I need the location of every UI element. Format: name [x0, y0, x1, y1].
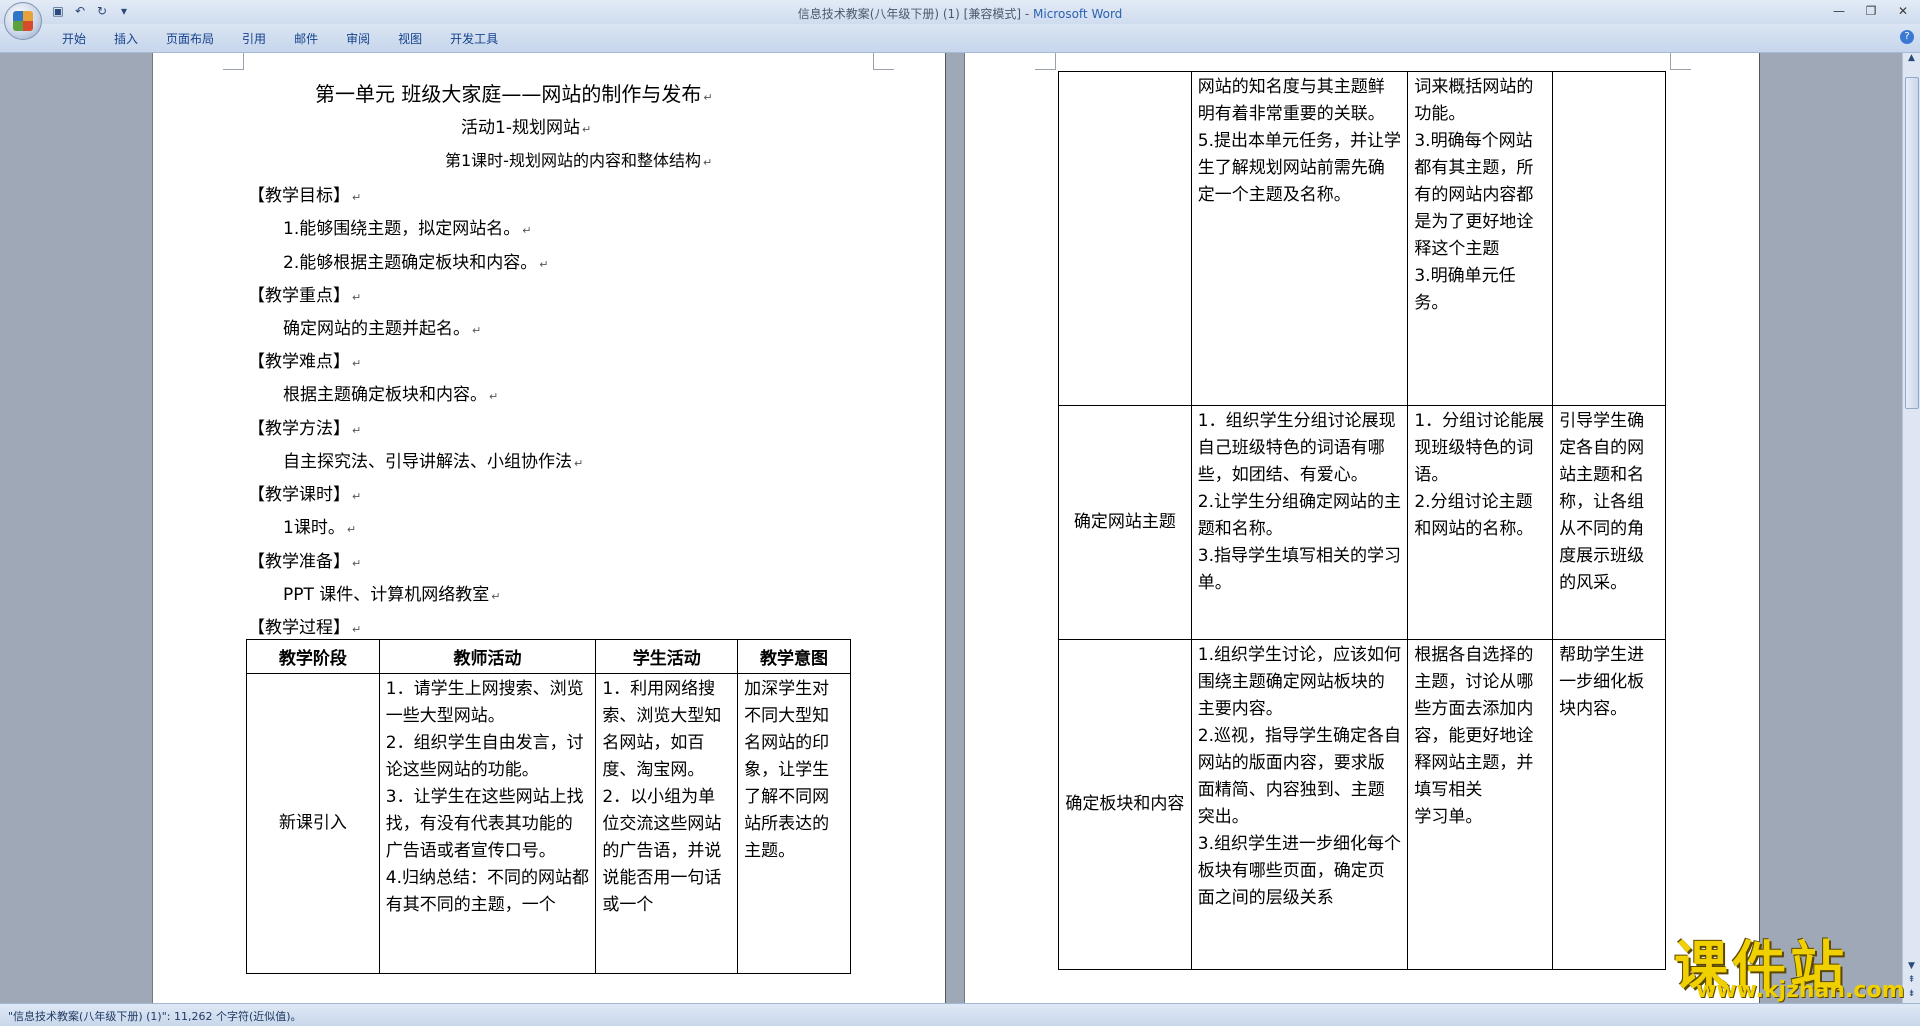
table-header: 教学意图 [737, 639, 851, 674]
teacher-cell: 1．组织学生分组讨论展现自己班级特色的词语有哪些，如团结、有爱心。 2.让学生分… [1190, 405, 1409, 640]
doc-lesson: 第1课时-规划网站的内容和整体结构 ↵ [445, 151, 713, 170]
document-page-right: 网站的知名度与其主题鲜明有着非常重要的关联。 5.提出本单元任务，并让学生了解规… [965, 53, 1759, 1003]
stage-cell: 确定板块和内容 [1058, 639, 1192, 970]
key-point: 确定网站的主题并起名。 ↵ [283, 319, 482, 339]
process-table-continued: 网站的知名度与其主题鲜明有着非常重要的关联。 5.提出本单元任务，并让学生了解规… [1058, 71, 1666, 970]
table-header: 教师活动 [378, 639, 597, 674]
difficulty: 根据主题确定板块和内容。 ↵ [283, 385, 499, 405]
table-header: 教学阶段 [246, 639, 380, 674]
goal-item: 2.能够根据主题确定板块和内容。 ↵ [283, 253, 549, 273]
tab-mailings[interactable]: 邮件 [280, 30, 332, 47]
ribbon: 开始 插入 页面布局 引用 邮件 审阅 视图 开发工具 ? [0, 24, 1920, 53]
close-icon[interactable]: ✕ [1892, 2, 1914, 20]
ribbon-tabs: 开始 插入 页面布局 引用 邮件 审阅 视图 开发工具 [48, 30, 512, 47]
window-title: 信息技术教案(八年级下册) (1) [兼容模式] - Microsoft Wor… [797, 7, 1123, 21]
vertical-scrollbar[interactable]: ▲ ▼ ⇞ ⇟ [1902, 53, 1920, 1003]
maximize-icon[interactable]: ❐ [1860, 2, 1882, 20]
tab-insert[interactable]: 插入 [100, 30, 152, 47]
heading-goals: 【教学目标】 ↵ [248, 186, 362, 206]
student-cell: 1．分组讨论能展现班级特色的词语。 2.分组讨论主题和网站的名称。 [1407, 405, 1554, 640]
student-cell: 根据各自选择的主题，讨论从哪些方面去添加内容，能更好地诠释网站主题，并填写相关 … [1407, 639, 1554, 970]
crop-mark [1035, 53, 1056, 70]
tab-references[interactable]: 引用 [228, 30, 280, 47]
tab-view[interactable]: 视图 [384, 30, 436, 47]
table-row: 确定网站主题 1．组织学生分组讨论展现自己班级特色的词语有哪些，如团结、有爱心。… [1058, 405, 1666, 640]
doc-subtitle: 活动1-规划网站 ↵ [461, 118, 592, 138]
title-bar: ▣ ↶ ↻ ▾ 信息技术教案(八年级下册) (1) [兼容模式] - Micro… [0, 0, 1920, 24]
table-row: 网站的知名度与其主题鲜明有着非常重要的关联。 5.提出本单元任务，并让学生了解规… [1058, 71, 1666, 406]
intent-cell: 帮助学生进一步细化板块内容。 [1552, 639, 1666, 970]
method: 自主探究法、引导讲解法、小组协作法 ↵ [283, 452, 584, 472]
heading-process: 【教学过程】 ↵ [248, 618, 362, 638]
teacher-cell: 1.组织学生讨论，应该如何围绕主题确定网站板块的主要内容。 2.巡视，指导学生确… [1190, 639, 1409, 970]
table-header-row: 教学阶段 教师活动 学生活动 教学意图 [246, 639, 851, 674]
scrollbar-thumb[interactable] [1905, 77, 1919, 409]
window-controls: — ❐ ✕ [1828, 2, 1914, 20]
tab-page-layout[interactable]: 页面布局 [152, 30, 228, 47]
student-cell: 1．利用网络搜索、浏览大型知名网站，如百度、淘宝网。 2．以小组为单位交流这些网… [595, 673, 739, 974]
tab-developer[interactable]: 开发工具 [436, 30, 512, 47]
stage-cell: 确定网站主题 [1058, 405, 1192, 640]
intent-cell [1552, 71, 1666, 406]
teacher-cell: 网站的知名度与其主题鲜明有着非常重要的关联。 5.提出本单元任务，并让学生了解规… [1190, 71, 1409, 406]
help-icon[interactable]: ? [1900, 30, 1914, 44]
heading-preparation: 【教学准备】 ↵ [248, 552, 362, 572]
process-table: 教学阶段 教师活动 学生活动 教学意图 新课引入 1．请学生上网搜索、浏览一些大… [246, 639, 851, 974]
table-header: 学生活动 [595, 639, 739, 674]
watermark-url: www.kjzhan.com [1696, 978, 1905, 1003]
crop-mark [873, 53, 894, 70]
office-button[interactable] [4, 2, 42, 40]
crop-mark [1670, 53, 1691, 70]
teacher-cell: 1．请学生上网搜索、浏览一些大型网站。 2．组织学生自由发言，讨论这些网站的功能… [378, 673, 597, 974]
heading-key-points: 【教学重点】 ↵ [248, 286, 362, 306]
heading-difficulties: 【教学难点】 ↵ [248, 352, 362, 372]
intent-cell: 引导学生确定各自的网站主题和名称，让各组从不同的角度展示班级的风采。 [1552, 405, 1666, 640]
heading-methods: 【教学方法】 ↵ [248, 419, 362, 439]
student-cell: 词来概括网站的功能。 3.明确每个网站都有其主题，所有的网站内容都是为了更好地诠… [1407, 71, 1554, 406]
table-row: 确定板块和内容 1.组织学生讨论，应该如何围绕主题确定网站板块的主要内容。 2.… [1058, 639, 1666, 970]
minimize-icon[interactable]: — [1828, 2, 1850, 20]
doc-title: 第一单元 班级大家庭——网站的制作与发布 ↵ [315, 82, 713, 106]
document-page-left: 第一单元 班级大家庭——网站的制作与发布 ↵ 活动1-规划网站 ↵ 第1课时-规划网… [153, 53, 945, 1003]
tab-review[interactable]: 审阅 [332, 30, 384, 47]
preparation: PPT 课件、计算机网络教室 ↵ [283, 585, 501, 605]
crop-mark [223, 53, 244, 70]
status-bar: "信息技术教案(八年级下册) (1)": 11,262 个字符(近似值)。 [0, 1003, 1920, 1026]
tab-home[interactable]: 开始 [48, 30, 100, 47]
kjzhan-watermark: 课件站 www.kjzhan.com [1668, 920, 1908, 1003]
scroll-up-icon[interactable]: ▲ [1903, 53, 1920, 67]
goal-item: 1.能够围绕主题，拟定网站名。 ↵ [283, 219, 532, 239]
hours: 1课时。 ↵ [283, 518, 357, 538]
stage-cell [1058, 71, 1192, 406]
stage-cell: 新课引入 [246, 673, 380, 974]
heading-hours: 【教学课时】 ↵ [248, 485, 362, 505]
table-row: 新课引入 1．请学生上网搜索、浏览一些大型网站。 2．组织学生自由发言，讨论这些… [246, 673, 851, 974]
office-logo-icon [13, 11, 33, 31]
status-text: "信息技术教案(八年级下册) (1)": 11,262 个字符(近似值)。 [8, 1010, 302, 1023]
intent-cell: 加深学生对不同大型知名网站的印象，让学生了解不同网站所表达的主题。 [737, 673, 851, 974]
